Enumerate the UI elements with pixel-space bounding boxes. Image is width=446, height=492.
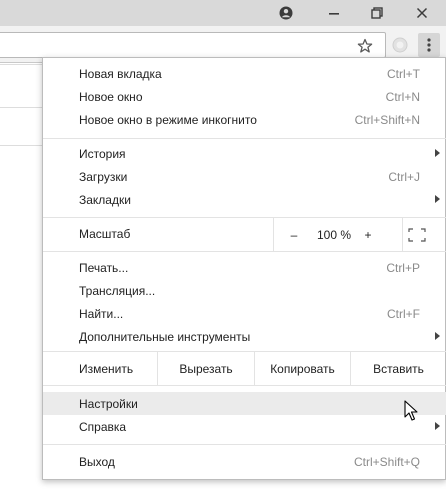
profile-icon[interactable] (266, 0, 306, 26)
menu-item-more-tools[interactable]: Дополнительные инструменты (43, 325, 446, 348)
address-bar[interactable] (0, 32, 386, 58)
cut-button[interactable]: Вырезать (157, 352, 254, 385)
menu-divider (43, 251, 446, 252)
submenu-arrow-icon (435, 149, 440, 157)
zoom-out-button[interactable]: – (284, 218, 304, 251)
menu-edit-row: Изменить Вырезать Копировать Вставить (43, 352, 446, 385)
menu-item-print[interactable]: Печать... Ctrl+P (43, 256, 446, 279)
menu-item-shortcut: Ctrl+Shift+Q (353, 454, 420, 469)
menu-item-incognito[interactable]: Новое окно в режиме инкогнито Ctrl+Shift… (43, 108, 446, 131)
menu-item-label: Справка (79, 419, 127, 434)
chrome-menu-icon[interactable] (418, 33, 440, 57)
edit-label: Изменить (79, 362, 134, 376)
zoom-controls: – 100 % + (273, 218, 403, 251)
submenu-arrow-icon (435, 332, 440, 340)
menu-item-label: Настройки (79, 396, 138, 411)
menu-item-settings[interactable]: Настройки (43, 392, 446, 415)
menu-item-bookmarks[interactable]: Закладки (43, 188, 446, 211)
menu-item-shortcut: Ctrl+P (386, 260, 420, 275)
zoom-label: Масштаб (79, 227, 131, 241)
minimize-icon[interactable] (314, 0, 354, 26)
menu-zoom-row: Масштаб – 100 % + (43, 218, 446, 251)
bookmark-star-icon[interactable] (354, 36, 376, 56)
menu-item-shortcut: Ctrl+F (387, 306, 420, 321)
menu-divider (43, 385, 446, 386)
menu-item-label: Дополнительные инструменты (79, 329, 251, 344)
menu-item-find[interactable]: Найти... Ctrl+F (43, 302, 446, 325)
close-icon[interactable] (402, 0, 442, 26)
menu-divider (43, 138, 446, 139)
menu-item-new-window[interactable]: Новое окно Ctrl+N (43, 85, 446, 108)
copy-button[interactable]: Копировать (254, 352, 350, 385)
menu-item-label: Трансляция... (79, 283, 156, 298)
maximize-icon[interactable] (357, 0, 397, 26)
menu-item-exit[interactable]: Выход Ctrl+Shift+Q (43, 450, 446, 473)
mouse-cursor-icon (404, 400, 418, 422)
extension-icon[interactable] (390, 35, 410, 55)
menu-item-shortcut: Ctrl+T (387, 66, 420, 81)
submenu-arrow-icon (435, 422, 440, 430)
paste-button[interactable]: Вставить (350, 352, 446, 385)
menu-item-shortcut: Ctrl+Shift+N (354, 112, 420, 127)
window-titlebar (0, 0, 446, 26)
submenu-arrow-icon (435, 195, 440, 203)
chrome-main-menu: Новая вкладка Ctrl+T Новое окно Ctrl+N Н… (42, 57, 446, 480)
menu-item-history[interactable]: История (43, 142, 446, 165)
menu-item-shortcut: Ctrl+J (388, 169, 420, 184)
menu-item-cast[interactable]: Трансляция... (43, 279, 446, 302)
zoom-in-button[interactable]: + (358, 218, 378, 251)
menu-item-label: История (79, 146, 126, 161)
menu-item-downloads[interactable]: Загрузки Ctrl+J (43, 165, 446, 188)
menu-item-shortcut: Ctrl+N (385, 89, 420, 104)
menu-item-help[interactable]: Справка (43, 415, 446, 438)
menu-divider (43, 444, 446, 445)
menu-item-new-tab[interactable]: Новая вкладка Ctrl+T (43, 62, 446, 85)
fullscreen-icon[interactable] (406, 225, 428, 245)
zoom-level: 100 % (316, 227, 352, 242)
menu-item-label: Закладки (79, 192, 131, 207)
